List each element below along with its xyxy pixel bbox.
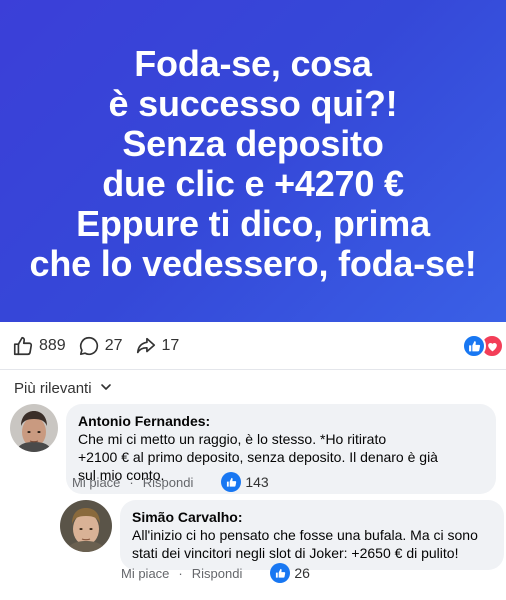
banner-line: Eppure ti dico, prima [76, 203, 430, 244]
share-stat-button[interactable]: 17 [135, 335, 180, 357]
banner-line: è successo qui?! [108, 83, 398, 124]
comment-like-count[interactable]: 143 [221, 472, 269, 492]
comment-author[interactable]: Simão Carvalho: [132, 508, 492, 526]
comment: Simão Carvalho: All'inizio ci ho pensato… [60, 500, 504, 570]
like-count-value: 26 [294, 565, 310, 581]
chevron-down-icon [92, 380, 112, 397]
comment-text-line: Che mi ci metto un raggio, è lo stesso. … [78, 431, 387, 447]
comment-sort-dropdown[interactable]: Più rilevanti [14, 380, 112, 397]
like-count-value: 143 [245, 474, 269, 490]
comment-text-line: stati dei vincitori negli slot di Joker:… [132, 545, 459, 561]
separator-dot: · [178, 565, 183, 581]
separator-dot: · [129, 474, 134, 490]
share-icon [135, 335, 157, 357]
reply-button[interactable]: Rispondi [192, 566, 243, 581]
like-count: 889 [39, 336, 66, 354]
reactions-summary[interactable] [462, 334, 504, 358]
comment-text-line: +2100 € al primo deposito, senza deposit… [78, 449, 438, 465]
banner-line: due clic e +4270 € [102, 163, 404, 204]
comment-actions: Mi piace · Rispondi 143 [72, 472, 269, 492]
like-comment-button[interactable]: Mi piace [121, 566, 169, 581]
comment-actions: Mi piace · Rispondi 26 [121, 563, 310, 583]
like-reaction-icon [221, 472, 242, 492]
comment-author[interactable]: Antonio Fernandes: [78, 412, 484, 430]
like-reaction-icon [270, 563, 291, 583]
banner-line: che lo vedessero, foda-se! [29, 243, 477, 284]
comment-text-line: All'inizio ci ho pensato che fosse una b… [132, 527, 478, 543]
thumbs-up-icon [12, 335, 34, 357]
comment-bubble: Simão Carvalho: All'inizio ci ho pensato… [120, 500, 504, 570]
banner-line: Foda-se, cosa [134, 43, 372, 84]
avatar[interactable] [10, 404, 58, 452]
comment-like-count[interactable]: 26 [270, 563, 310, 583]
banner-line: Senza deposito [122, 123, 384, 164]
like-reaction-icon [462, 334, 486, 358]
comment-icon [78, 335, 100, 357]
comment-count: 27 [104, 336, 123, 354]
reply-button[interactable]: Rispondi [143, 475, 194, 490]
like-stat-button[interactable]: 889 [12, 335, 66, 357]
share-count: 17 [161, 336, 180, 354]
avatar[interactable] [60, 500, 112, 552]
sort-label: Più rilevanti [14, 380, 92, 397]
like-comment-button[interactable]: Mi piace [72, 475, 120, 490]
post-stats-bar: 889 27 17 [0, 322, 506, 370]
comment-stat-button[interactable]: 27 [78, 335, 123, 357]
post-image-banner: Foda-se, cosa è successo qui?! Senza dep… [0, 0, 506, 322]
